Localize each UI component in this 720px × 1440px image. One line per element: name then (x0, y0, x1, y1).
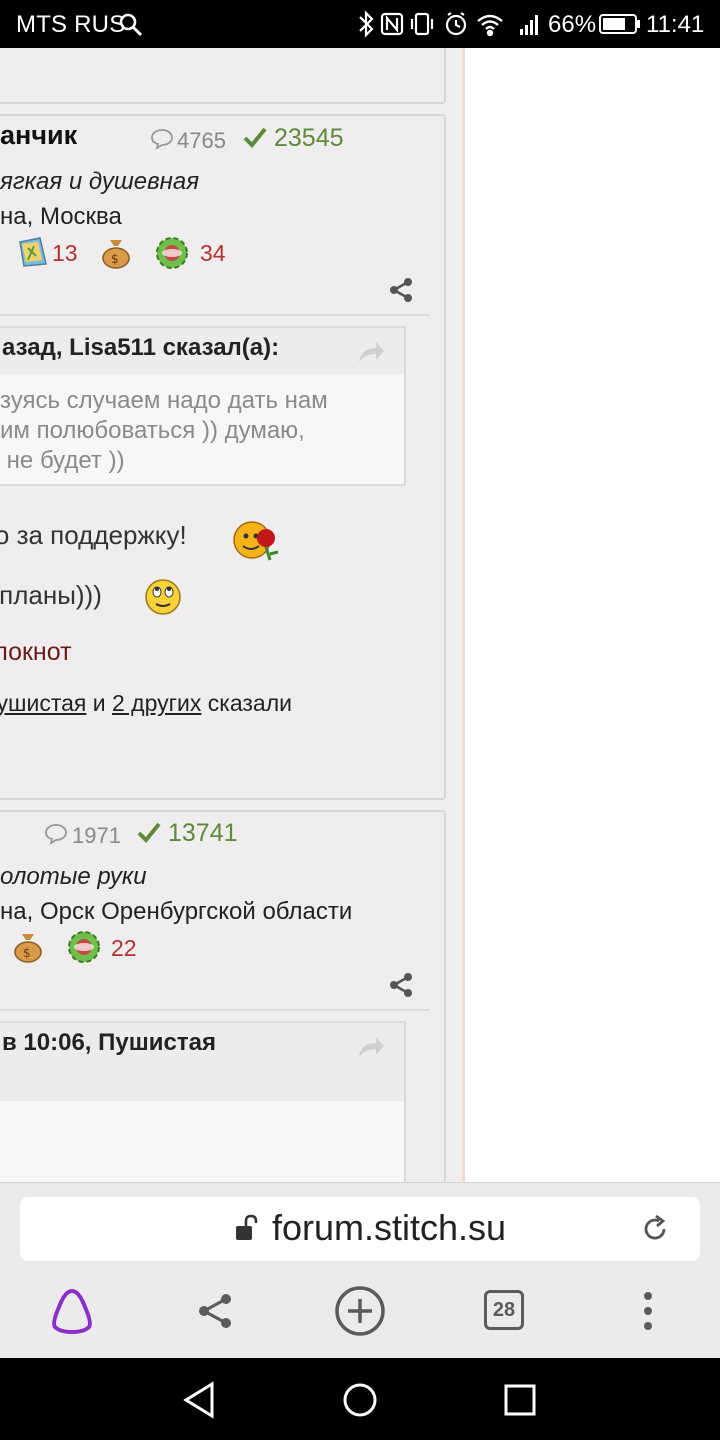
notebook-award-icon[interactable] (14, 234, 50, 270)
check-icon (243, 127, 267, 148)
user-location: на, Москва (0, 203, 122, 230)
goto-quote-icon[interactable] (356, 340, 386, 364)
vibrate-icon (410, 12, 434, 36)
messages-count: 1971 (72, 823, 121, 848)
liker-link[interactable]: Пушистая (0, 690, 86, 716)
svg-text:$: $ (23, 946, 31, 960)
gear-award-icon[interactable] (64, 928, 106, 966)
message-text: бо за поддержку! (0, 520, 187, 550)
back-icon[interactable] (180, 1380, 220, 1420)
user-status: олотые руки (0, 863, 147, 890)
clock: 11:41 (646, 11, 705, 38)
likes-said: сказали (207, 690, 292, 716)
reload-icon[interactable] (640, 1214, 670, 1244)
user-status: ягкая и душевная (0, 168, 200, 195)
quote-block: азад, Lisa511 сказал(а): зуясь случаем н… (0, 326, 406, 486)
reputation-count: 23545 (274, 124, 344, 152)
alarm-icon (445, 12, 467, 36)
address-bar-area: forum.stitch.su (0, 1182, 720, 1268)
browser-toolbar: 28 (0, 1268, 720, 1358)
page-edge-divider (462, 48, 465, 1182)
signature-link[interactable]: блокнот (0, 638, 72, 667)
user-location: на, Орск Оренбургской области (0, 898, 353, 925)
lock-icon (236, 1214, 258, 1240)
bluetooth-icon (359, 10, 374, 38)
new-tab-icon[interactable] (332, 1283, 388, 1339)
status-bar: MTS RUS 66% 11:41 (0, 0, 720, 48)
award-count: 13 (52, 240, 78, 266)
share-icon[interactable] (388, 277, 414, 303)
quote-author[interactable]: в 10:06, Пушистая (2, 1029, 216, 1057)
nfc-icon (380, 12, 404, 36)
money-bag-icon[interactable]: $ (98, 234, 134, 270)
message-text: з планы))) (0, 580, 102, 610)
quote-header: азад, Lisa511 сказал(а): (0, 328, 404, 374)
battery-icon (599, 14, 640, 34)
likes-conjunction: и (92, 690, 106, 716)
others-link[interactable]: 2 других (112, 690, 201, 716)
gear-award-icon[interactable] (152, 234, 194, 272)
reputation-count: 13741 (168, 819, 238, 847)
rolling-eyes-smiley-icon (145, 579, 181, 615)
recents-icon[interactable] (500, 1380, 540, 1420)
award-count: 22 (111, 935, 137, 961)
previous-post-end (0, 48, 446, 104)
comment-icon (45, 824, 67, 845)
search-icon (119, 13, 143, 37)
quote-author[interactable]: азад, Lisa511 сказал(а): (2, 334, 279, 362)
wifi-icon (477, 14, 503, 37)
award-count: 34 (200, 240, 226, 266)
signal-icon (520, 15, 538, 35)
goto-quote-icon[interactable] (356, 1035, 386, 1059)
address-bar[interactable]: forum.stitch.su (20, 1197, 700, 1261)
svg-text:$: $ (111, 252, 119, 266)
quote-block: в 10:06, Пушистая (0, 1021, 406, 1182)
post-username[interactable]: анчик (0, 120, 77, 151)
post-separator (0, 314, 430, 316)
check-icon (137, 822, 161, 843)
url-text[interactable]: forum.stitch.su (272, 1207, 506, 1249)
quote-header: в 10:06, Пушистая (0, 1023, 404, 1101)
carrier-name: MTS RUS (16, 11, 126, 38)
likes-summary: Пушистая и 2 других сказали (0, 690, 292, 717)
comment-icon (151, 129, 173, 150)
status-icons (359, 10, 538, 38)
system-navigation-bar (0, 1358, 720, 1440)
share-icon[interactable] (188, 1283, 244, 1339)
share-icon[interactable] (388, 972, 414, 998)
battery-percent: 66% (548, 11, 597, 38)
money-bag-icon[interactable]: $ (10, 928, 46, 964)
home-icon[interactable] (340, 1380, 380, 1420)
messages-count: 4765 (177, 128, 226, 153)
more-menu-icon[interactable] (620, 1283, 676, 1339)
post-separator (0, 1009, 430, 1011)
quote-text: зуясь случаем надо дать нам им полюбоват… (0, 387, 328, 474)
tabs-count-button[interactable]: 28 (484, 1290, 524, 1330)
smiley-rose-icon (233, 521, 279, 561)
web-page: анчик 4765 23545 ягкая и душевная на, Мо… (0, 48, 720, 1182)
alice-assistant-icon[interactable] (44, 1283, 100, 1339)
